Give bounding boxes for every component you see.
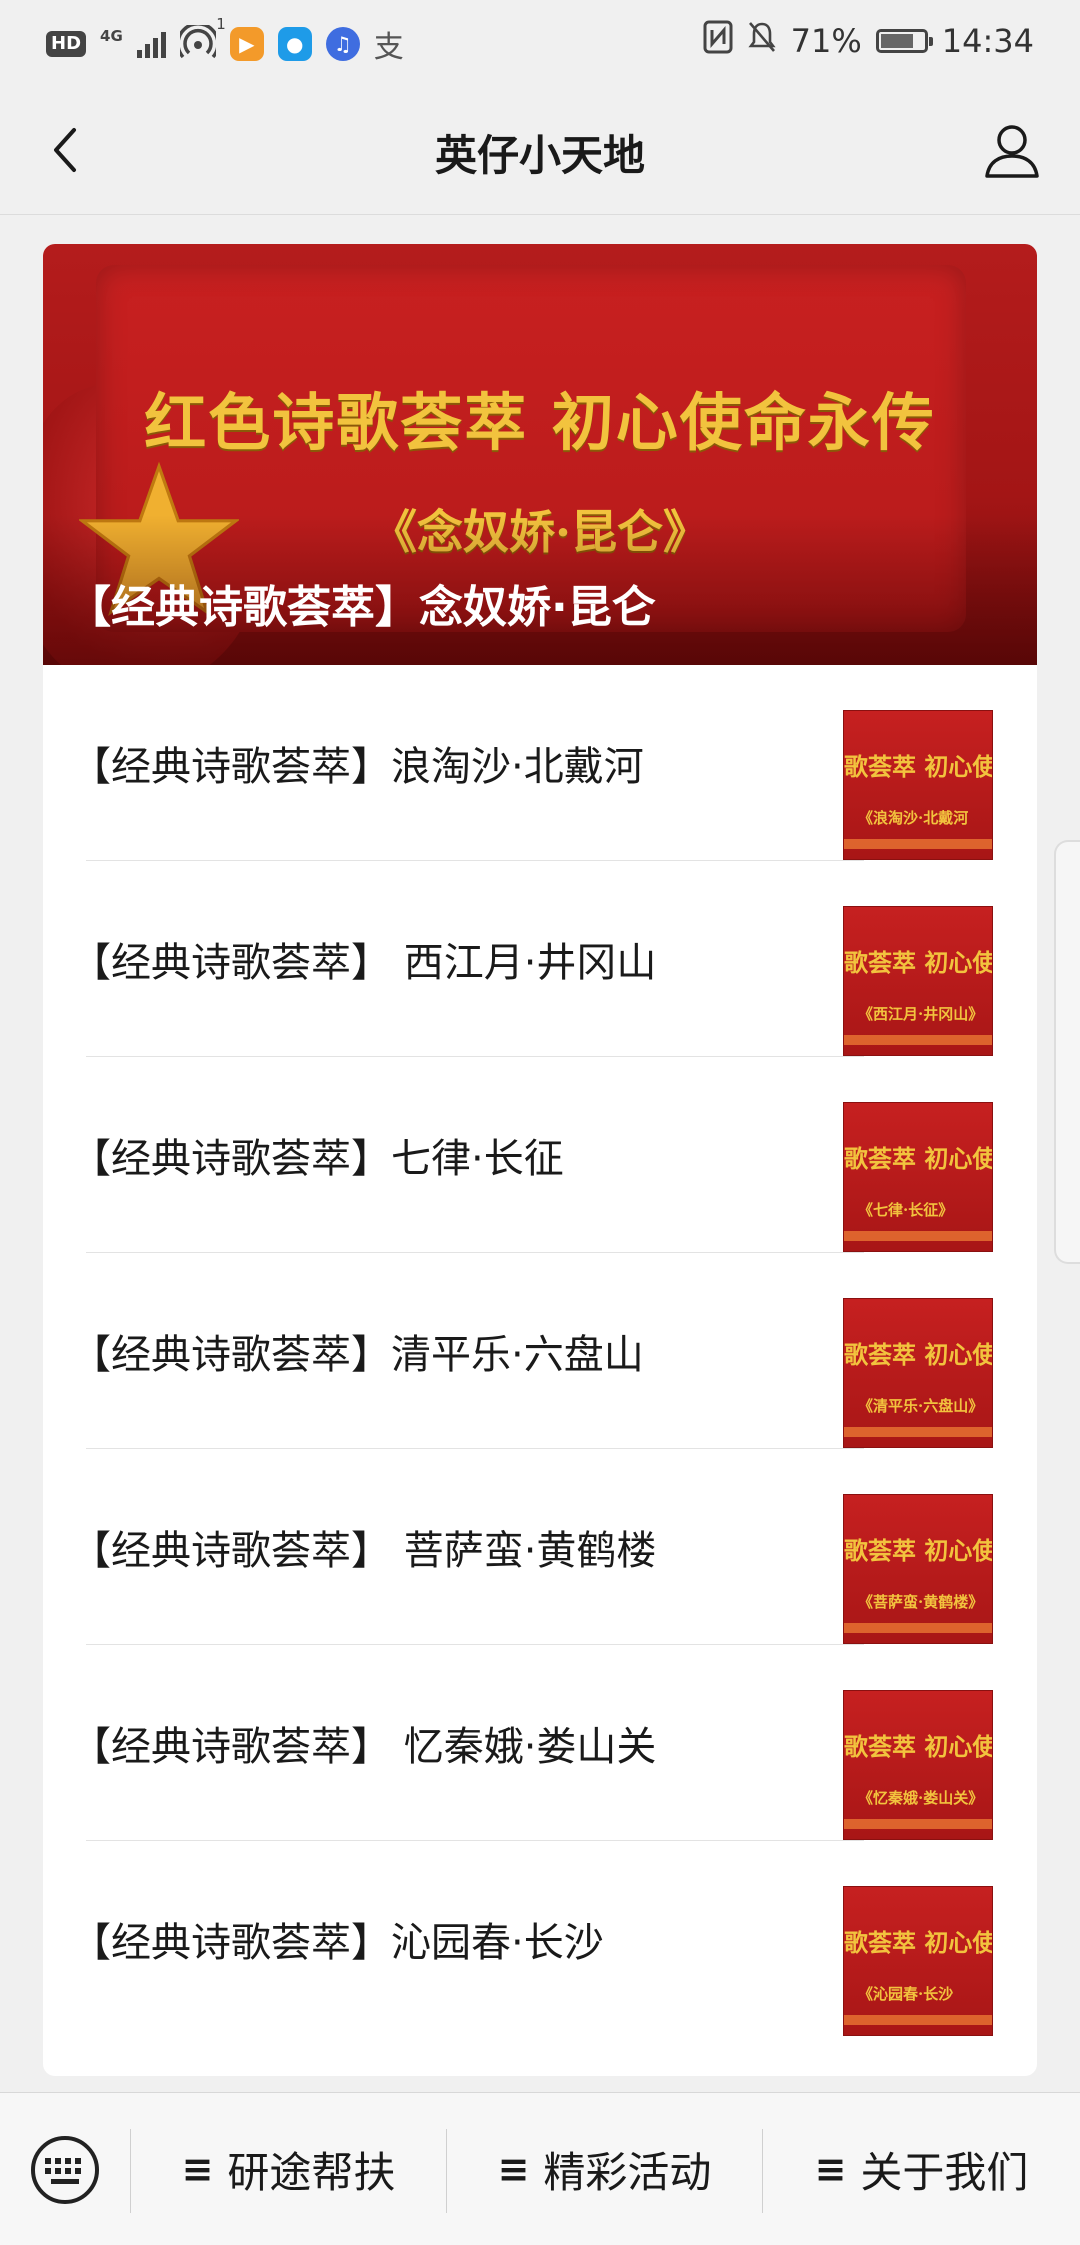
article-title: 【经典诗歌荟萃】 西江月·井冈山 bbox=[71, 940, 657, 986]
status-bar: HD 4G 1 ▶ ● ♫ 支 71% 14:34 bbox=[0, 0, 1080, 86]
article-thumbnail: 歌荟萃 初心使命 《西江月·井冈山》 bbox=[843, 906, 993, 1056]
list-item[interactable]: 【经典诗歌荟萃】 菩萨蛮·黄鹤楼 歌荟萃 初心使命 《菩萨蛮·黄鹤楼》 bbox=[43, 1449, 1037, 1645]
article-list: 【经典诗歌荟萃】浪淘沙·北戴河 歌荟萃 初心使 《浪淘沙·北戴河 【经典诗歌荟萃… bbox=[43, 665, 1037, 2037]
thumb-glow bbox=[844, 1427, 992, 1437]
article-title: 【经典诗歌荟萃】 忆秦娥·娄山关 bbox=[71, 1724, 657, 1770]
hotspot-count: 1 bbox=[216, 15, 226, 33]
banner-headline: 红色诗歌荟萃 初心使命永传 bbox=[144, 386, 936, 459]
banner-caption: 【经典诗歌荟萃】念奴娇·昆仑 bbox=[67, 582, 656, 633]
menu-item-about-us[interactable]: ≡ 关于我们 bbox=[763, 2093, 1080, 2245]
page-title: 英仔小天地 bbox=[434, 131, 645, 180]
video-app-icon: ▶ bbox=[229, 27, 264, 61]
article-title: 【经典诗歌荟萃】 菩萨蛮·黄鹤楼 bbox=[71, 1528, 657, 1574]
bottom-menu-bar: ≡ 研途帮扶 ≡ 精彩活动 ≡ 关于我们 bbox=[0, 2092, 1080, 2245]
article-title: 【经典诗歌荟萃】清平乐·六盘山 bbox=[71, 1332, 644, 1378]
thumb-glow bbox=[844, 2015, 992, 2025]
thumb-text: 歌荟萃 初心使命 bbox=[844, 1340, 992, 1369]
clock: 14:34 bbox=[941, 22, 1034, 60]
hd-icon: HD bbox=[46, 31, 87, 57]
nfc-icon bbox=[703, 20, 733, 62]
menu-icon: ≡ bbox=[814, 2147, 847, 2191]
mute-icon bbox=[747, 20, 777, 62]
keyboard-icon[interactable] bbox=[30, 2135, 100, 2205]
menu-label: 关于我们 bbox=[860, 2147, 1029, 2197]
list-item[interactable]: 【经典诗歌荟萃】 忆秦娥·娄山关 歌荟萃 初心使命 《忆秦娥·娄山关》 bbox=[43, 1645, 1037, 1841]
thumb-text: 歌荟萃 初心使命 bbox=[844, 1536, 992, 1565]
list-item[interactable]: 【经典诗歌荟萃】 西江月·井冈山 歌荟萃 初心使命 《西江月·井冈山》 bbox=[43, 861, 1037, 1057]
thumb-glow bbox=[844, 1035, 992, 1045]
article-thumbnail: 歌荟萃 初心使命 《清平乐·六盘山》 bbox=[843, 1298, 993, 1448]
featured-article[interactable]: 红色诗歌荟萃 初心使命永传 《念奴娇·昆仑》 【经典诗歌荟萃】念奴娇·昆仑 bbox=[43, 244, 1037, 665]
article-title: 【经典诗歌荟萃】沁园春·长沙 bbox=[71, 1920, 604, 1966]
signal-icon bbox=[136, 30, 166, 58]
thumb-subtext: 《七律·长征》 bbox=[858, 1201, 954, 1219]
menu-item-activities[interactable]: ≡ 精彩活动 bbox=[447, 2093, 762, 2245]
network-label: 4G bbox=[100, 26, 123, 45]
battery-icon bbox=[875, 29, 933, 53]
menu-label: 研途帮扶 bbox=[227, 2147, 396, 2197]
article-thumbnail: 歌荟萃 初心使命 《菩萨蛮·黄鹤楼》 bbox=[843, 1494, 993, 1644]
thumb-text: 歌荟萃 初心使 bbox=[844, 752, 993, 781]
thumb-text: 歌荟萃 初心使命 bbox=[844, 948, 992, 977]
article-thumbnail: 歌荟萃 初心使命 《忆秦娥·娄山关》 bbox=[843, 1690, 993, 1840]
hotspot-icon: 1 bbox=[176, 15, 226, 63]
thumb-subtext: 《忆秦娥·娄山关》 bbox=[858, 1789, 984, 1807]
thumb-text: 歌荟萃 初心使 bbox=[844, 1928, 993, 1957]
thumb-glow bbox=[844, 839, 992, 849]
article-thumbnail: 歌荟萃 初心使 《沁园春·长沙 bbox=[843, 1886, 993, 2036]
bulb-app-icon: ● bbox=[277, 27, 312, 61]
status-left-icons: HD 4G 1 ▶ ● ♫ 支 bbox=[46, 15, 404, 66]
thumb-glow bbox=[844, 1623, 992, 1633]
scroll-indicator[interactable] bbox=[1054, 840, 1080, 1264]
menu-item-research-help[interactable]: ≡ 研途帮扶 bbox=[131, 2093, 446, 2245]
user-icon[interactable] bbox=[980, 118, 1044, 182]
article-thumbnail: 歌荟萃 初心使 《浪淘沙·北戴河 bbox=[843, 710, 993, 860]
thumb-glow bbox=[844, 1819, 992, 1829]
list-item[interactable]: 【经典诗歌荟萃】清平乐·六盘山 歌荟萃 初心使命 《清平乐·六盘山》 bbox=[43, 1253, 1037, 1449]
battery-percent: 71% bbox=[790, 22, 862, 60]
menu-label: 精彩活动 bbox=[543, 2147, 712, 2197]
thumb-subtext: 《菩萨蛮·黄鹤楼》 bbox=[858, 1593, 984, 1611]
article-thumbnail: 歌荟萃 初心使命 《七律·长征》 bbox=[843, 1102, 993, 1252]
thumb-text: 歌荟萃 初心使命 bbox=[844, 1732, 992, 1761]
thumb-text: 歌荟萃 初心使命 bbox=[844, 1144, 992, 1173]
thumb-subtext: 《沁园春·长沙 bbox=[858, 1985, 954, 2003]
list-item[interactable]: 【经典诗歌荟萃】七律·长征 歌荟萃 初心使命 《七律·长征》 bbox=[43, 1057, 1037, 1253]
article-title: 【经典诗歌荟萃】浪淘沙·北戴河 bbox=[71, 744, 644, 790]
nav-bar: 英仔小天地 bbox=[0, 86, 1080, 215]
alipay-icon: 支 bbox=[373, 30, 404, 65]
menu-icon: ≡ bbox=[181, 2147, 214, 2191]
thumb-glow bbox=[844, 1231, 992, 1241]
thumb-subtext: 《浪淘沙·北戴河 bbox=[858, 809, 969, 827]
menu-icon: ≡ bbox=[497, 2147, 530, 2191]
status-right-icons: 71% 14:34 bbox=[703, 20, 1034, 62]
article-card: 红色诗歌荟萃 初心使命永传 《念奴娇·昆仑》 【经典诗歌荟萃】念奴娇·昆仑 【经… bbox=[43, 244, 1037, 2076]
thumb-subtext: 《清平乐·六盘山》 bbox=[858, 1397, 984, 1415]
music-app-icon: ♫ bbox=[325, 27, 360, 61]
list-item[interactable]: 【经典诗歌荟萃】浪淘沙·北戴河 歌荟萃 初心使 《浪淘沙·北戴河 bbox=[43, 665, 1037, 861]
thumb-subtext: 《西江月·井冈山》 bbox=[858, 1005, 984, 1023]
article-title: 【经典诗歌荟萃】七律·长征 bbox=[71, 1136, 564, 1182]
list-item[interactable]: 【经典诗歌荟萃】沁园春·长沙 歌荟萃 初心使 《沁园春·长沙 bbox=[43, 1841, 1037, 2037]
